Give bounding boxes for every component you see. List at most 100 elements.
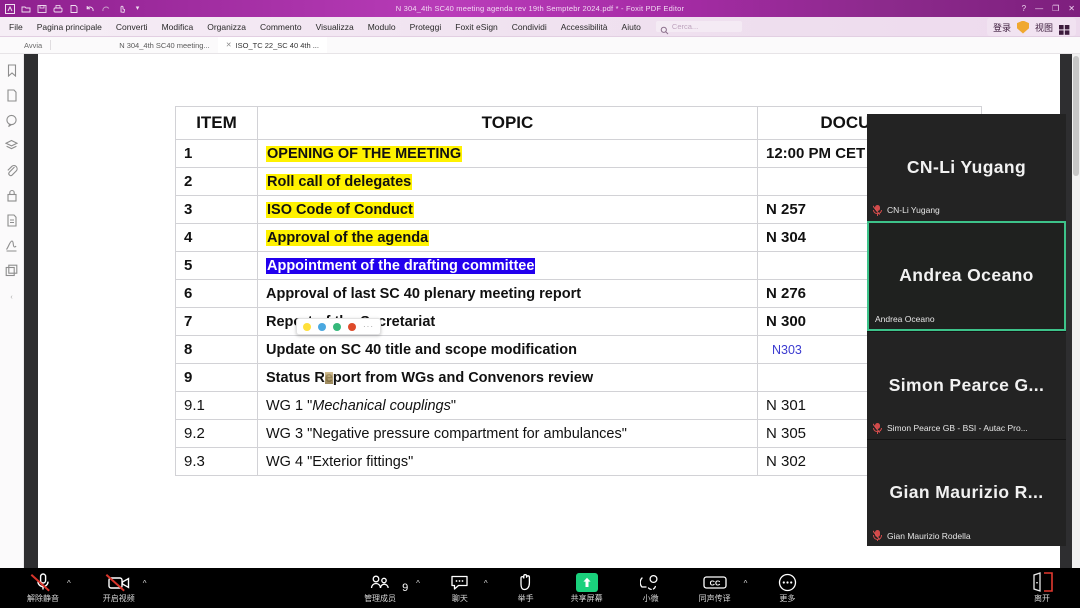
audio-options-chevron-icon[interactable]: ^ xyxy=(64,579,76,598)
color-swatch-red[interactable] xyxy=(348,323,356,331)
close-button[interactable]: ✕ xyxy=(1068,4,1075,13)
participant-tile-active-speaker[interactable]: Andrea Oceano Andrea Oceano xyxy=(867,221,1066,332)
scrollbar-thumb[interactable] xyxy=(1073,56,1079,176)
participant-tile[interactable]: Simon Pearce G... Simon Pearce GB - BSI … xyxy=(867,331,1066,439)
search-box[interactable]: Cerca... xyxy=(656,21,742,32)
open-icon[interactable] xyxy=(20,3,31,14)
maximize-button[interactable]: ❐ xyxy=(1052,4,1059,13)
tab-document-2[interactable]: ✕ ISO_TC 22_SC 40 4th ... xyxy=(218,37,327,53)
participant-tile[interactable]: Gian Maurizio R... Gian Maurizio Rodella xyxy=(867,439,1066,547)
customize-toolbar-icon[interactable]: ▾ xyxy=(132,3,143,14)
table-row[interactable]: 8 Update on SC 40 title and scope modifi… xyxy=(176,336,982,364)
comment-icon[interactable] xyxy=(5,113,19,127)
captions-chevron-icon[interactable]: ^ xyxy=(741,579,753,598)
participant-name-label: Andrea Oceano xyxy=(875,314,935,324)
tab-document-1[interactable]: N 304_4th SC40 meeting... xyxy=(111,37,217,53)
smart-meeting-button[interactable]: 小微 xyxy=(627,568,675,608)
row-topic: ISO Code of Conduct xyxy=(258,196,758,224)
video-participants-panel: CN-Li Yugang CN-Li Yugang Andrea Oceano … xyxy=(867,114,1066,546)
participant-tile[interactable]: CN-Li Yugang CN-Li Yugang xyxy=(867,114,1066,221)
highlight-color-picker[interactable]: ··· xyxy=(296,318,381,335)
chat-chevron-icon[interactable]: ^ xyxy=(481,579,493,598)
new-document-icon[interactable] xyxy=(68,3,79,14)
participants-button[interactable]: 管理成员 9 xyxy=(359,568,413,608)
layers-icon[interactable] xyxy=(5,138,19,152)
closed-captions-icon: CC xyxy=(703,573,727,592)
tab-document-2-close-icon[interactable]: ✕ xyxy=(226,41,232,49)
menu-item-share[interactable]: Condividi xyxy=(505,20,554,34)
menu-item-home[interactable]: Pagina principale xyxy=(30,20,109,34)
table-row[interactable]: 9.2 WG 3 "Negative pressure compartment … xyxy=(176,420,982,448)
mute-audio-button[interactable]: 解除静音 xyxy=(22,568,64,608)
captions-button[interactable]: CC 同声传译 xyxy=(689,568,741,608)
leave-meeting-button[interactable]: 离开 xyxy=(1018,568,1066,608)
chat-button[interactable]: 聊天 xyxy=(439,568,481,608)
menu-item-organize[interactable]: Organizza xyxy=(200,20,253,34)
stamp-icon[interactable] xyxy=(5,263,19,277)
table-row[interactable]: 3 ISO Code of Conduct N 257 xyxy=(176,196,982,224)
menu-item-esign[interactable]: Foxit eSign xyxy=(448,20,505,34)
smart-meeting-label: 小微 xyxy=(643,593,659,604)
color-swatch-blue[interactable] xyxy=(318,323,326,331)
menu-item-edit[interactable]: Modifica xyxy=(155,20,201,34)
print-icon[interactable] xyxy=(52,3,63,14)
security-lock-icon[interactable] xyxy=(5,188,19,202)
minimize-button[interactable]: — xyxy=(1035,4,1043,13)
signature-icon[interactable] xyxy=(5,238,19,252)
leave-door-icon xyxy=(1030,573,1054,592)
attachment-icon[interactable] xyxy=(5,163,19,177)
row-item: 9 xyxy=(176,364,258,392)
share-screen-button[interactable]: 共享屏幕 xyxy=(563,568,611,608)
participant-footer: CN-Li Yugang xyxy=(873,205,1060,216)
help-button[interactable]: ? xyxy=(1022,4,1026,13)
table-row[interactable]: 9 Status Report from WGs and Convenors r… xyxy=(176,364,982,392)
menu-item-accessibility[interactable]: Accessibilità xyxy=(554,20,615,34)
save-icon[interactable] xyxy=(36,3,47,14)
row-topic: WG 1 "Mechanical couplings" xyxy=(258,392,758,420)
vertical-scrollbar[interactable] xyxy=(1072,54,1080,588)
table-header-row: ITEM TOPIC DOCUMENT xyxy=(176,107,982,140)
row-item: 9.3 xyxy=(176,448,258,476)
security-shield-icon[interactable] xyxy=(1017,21,1029,34)
touch-mode-icon[interactable] xyxy=(116,3,127,14)
more-button[interactable]: 更多 xyxy=(764,568,810,608)
redo-icon[interactable] xyxy=(100,3,111,14)
color-swatch-yellow[interactable] xyxy=(303,323,311,331)
agenda-table: ITEM TOPIC DOCUMENT 1 OPENING OF THE MEE… xyxy=(175,106,982,476)
sidebar-collapse-button[interactable]: ‹ xyxy=(10,294,12,301)
start-video-button[interactable]: 开启视频 xyxy=(98,568,140,608)
menu-item-view[interactable]: Visualizza xyxy=(309,20,361,34)
camera-off-icon xyxy=(106,573,132,592)
navigation-sidebar: ‹ xyxy=(0,54,24,588)
table-row[interactable]: 9.1 WG 1 "Mechanical couplings" N 301 xyxy=(176,392,982,420)
menu-item-comment[interactable]: Commento xyxy=(253,20,309,34)
page-thumbnail-icon[interactable] xyxy=(5,88,19,102)
table-row[interactable]: 1 OPENING OF THE MEETING 12:00 PM CET xyxy=(176,140,982,168)
table-row[interactable]: 6 Approval of last SC 40 plenary meeting… xyxy=(176,280,982,308)
sign-in-button[interactable]: 登录 xyxy=(993,21,1011,34)
raise-hand-button[interactable]: 举手 xyxy=(503,568,549,608)
table-row[interactable]: 5 Appointment of the drafting committee xyxy=(176,252,982,280)
view-button[interactable]: 视图 xyxy=(1035,21,1053,34)
menu-item-convert[interactable]: Converti xyxy=(109,20,155,34)
menu-item-form[interactable]: Modulo xyxy=(361,20,403,34)
menu-item-file[interactable]: File xyxy=(0,20,30,34)
layout-grid-icon[interactable] xyxy=(1059,22,1070,32)
table-row[interactable]: 4 Approval of the agenda N 304 xyxy=(176,224,982,252)
menu-item-help[interactable]: Aiuto xyxy=(615,20,648,34)
video-options-chevron-icon[interactable]: ^ xyxy=(140,579,152,598)
bookmark-icon[interactable] xyxy=(5,63,19,77)
more-dots-icon xyxy=(778,573,797,592)
column-header-item: ITEM xyxy=(176,107,258,140)
table-row[interactable]: 2 Roll call of delegates xyxy=(176,168,982,196)
document-icon[interactable] xyxy=(5,213,19,227)
menu-item-protect[interactable]: Proteggi xyxy=(403,20,449,34)
captions-label: 同声传译 xyxy=(699,593,731,604)
more-colors-button[interactable]: ··· xyxy=(363,322,374,331)
color-swatch-green[interactable] xyxy=(333,323,341,331)
participants-chevron-icon[interactable]: ^ xyxy=(413,579,425,598)
foxit-logo-icon[interactable] xyxy=(4,3,15,14)
undo-icon[interactable] xyxy=(84,3,95,14)
table-row[interactable]: 9.3 WG 4 "Exterior fittings" N 302 xyxy=(176,448,982,476)
tab-home[interactable]: Avvia xyxy=(16,37,50,53)
